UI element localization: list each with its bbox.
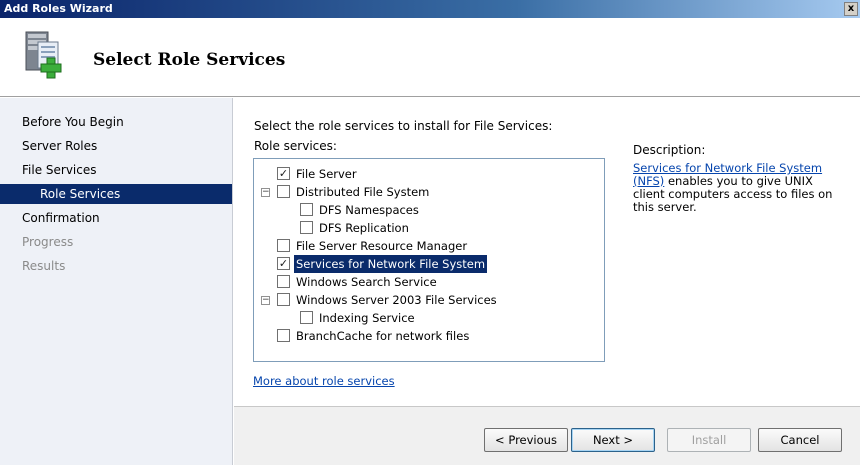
tree-item-label: DFS Replication xyxy=(319,221,409,235)
tree-item-label: Indexing Service xyxy=(319,311,415,325)
tree-item-ws2003-file-services[interactable]: − Windows Server 2003 File Services xyxy=(254,291,604,309)
install-button: Install xyxy=(667,428,751,452)
collapse-icon[interactable]: − xyxy=(261,188,270,197)
description-title: Description: xyxy=(633,143,706,157)
wizard-header: Select Role Services xyxy=(0,18,860,97)
tree-item-label: File Server xyxy=(296,167,357,181)
description-body: Services for Network File System (NFS) e… xyxy=(633,162,848,214)
tree-item-label: Distributed File System xyxy=(296,185,430,199)
tree-item-branchcache[interactable]: BranchCache for network files xyxy=(254,327,604,345)
tree-item-fsrm[interactable]: File Server Resource Manager xyxy=(254,237,604,255)
tree-item-indexing-service[interactable]: Indexing Service xyxy=(254,309,604,327)
cancel-button[interactable]: Cancel xyxy=(758,428,842,452)
role-services-label: Role services: xyxy=(254,139,337,153)
tree-item-label: Windows Search Service xyxy=(296,275,437,289)
checkbox-file-server[interactable]: ✓ xyxy=(277,167,290,180)
tree-item-label: BranchCache for network files xyxy=(296,329,470,343)
main-panel: Select the role services to install for … xyxy=(234,98,860,406)
step-before-you-begin[interactable]: Before You Begin xyxy=(0,112,232,132)
next-button[interactable]: Next > xyxy=(571,428,655,452)
checkbox-ws2003-file-services[interactable] xyxy=(277,293,290,306)
step-confirmation[interactable]: Confirmation xyxy=(0,208,232,228)
tree-item-label: Services for Network File System xyxy=(294,255,488,273)
previous-button[interactable]: < Previous xyxy=(484,428,568,452)
page-title: Select Role Services xyxy=(93,50,286,70)
step-results: Results xyxy=(22,259,66,273)
checkbox-branchcache[interactable] xyxy=(277,329,290,342)
tree-item-dfs-namespaces[interactable]: DFS Namespaces xyxy=(254,201,604,219)
checkbox-dfs-namespaces[interactable] xyxy=(300,203,313,216)
window-title: Add Roles Wizard xyxy=(4,2,113,15)
checkbox-nfs[interactable]: ✓ xyxy=(277,257,290,270)
tree-item-label: File Server Resource Manager xyxy=(296,239,468,253)
collapse-icon[interactable]: − xyxy=(261,296,270,305)
wizard-steps: Before You Begin Server Roles File Servi… xyxy=(0,98,233,465)
checkbox-dfs[interactable] xyxy=(277,185,290,198)
tree-item-label: DFS Namespaces xyxy=(319,203,419,217)
tree-item-nfs[interactable]: ✓ Services for Network File System xyxy=(254,255,604,273)
tree-item-label: Windows Server 2003 File Services xyxy=(296,293,497,307)
step-role-services[interactable]: Role Services xyxy=(0,184,232,204)
checkbox-indexing-service[interactable] xyxy=(300,311,313,324)
title-bar: Add Roles Wizard x xyxy=(0,0,860,18)
checkbox-windows-search[interactable] xyxy=(277,275,290,288)
wizard-footer: < Previous Next > Install Cancel xyxy=(234,406,860,465)
server-add-icon xyxy=(25,31,62,79)
checkbox-fsrm[interactable] xyxy=(277,239,290,252)
tree-item-dfs[interactable]: − Distributed File System xyxy=(254,183,604,201)
more-about-role-services-link[interactable]: More about role services xyxy=(253,374,395,388)
close-icon[interactable]: x xyxy=(844,2,858,16)
checkbox-dfs-replication[interactable] xyxy=(300,221,313,234)
tree-item-windows-search[interactable]: Windows Search Service xyxy=(254,273,604,291)
instruction-text: Select the role services to install for … xyxy=(254,119,553,133)
tree-item-dfs-replication[interactable]: DFS Replication xyxy=(254,219,604,237)
step-server-roles[interactable]: Server Roles xyxy=(0,136,232,156)
step-file-services[interactable]: File Services xyxy=(0,160,232,180)
step-progress: Progress xyxy=(22,235,74,249)
role-services-tree[interactable]: ✓ File Server − Distributed File System … xyxy=(253,158,605,362)
tree-item-file-server[interactable]: ✓ File Server xyxy=(254,165,604,183)
